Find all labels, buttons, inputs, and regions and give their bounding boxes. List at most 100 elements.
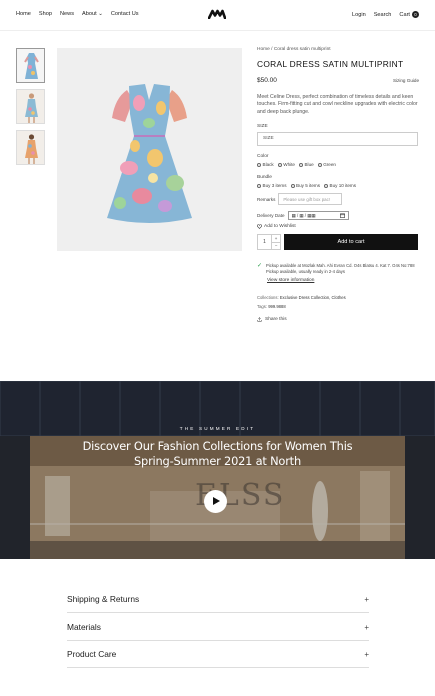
radio-icon: [257, 183, 261, 188]
color-option-black[interactable]: Black: [257, 162, 274, 167]
bundle-label: Bundle: [257, 175, 272, 181]
accordion-product-care[interactable]: Product Care +: [67, 641, 369, 668]
delivery-date-input[interactable]: ▦ / ▦ / ▦▦: [287, 211, 349, 221]
color-label: Color: [257, 154, 269, 160]
color-options: Black White Blue Green: [257, 162, 419, 167]
dress-image-icon: [57, 48, 242, 251]
cart-label: Cart: [399, 12, 410, 18]
promo-banner: [0, 381, 435, 559]
product-description: Meet Celine Dress, perfect combination o…: [257, 94, 418, 115]
brand-logo-icon[interactable]: [208, 9, 226, 19]
nav-news[interactable]: News: [60, 11, 74, 17]
bundle-option-3[interactable]: Buy 3 items: [257, 183, 287, 188]
collections-row: Collections: Exclusive Dress Collection,…: [257, 293, 419, 302]
remarks-input[interactable]: Please use gift box pac!: [278, 193, 343, 206]
nav-contact[interactable]: Contact Us: [111, 11, 139, 17]
quantity-stepper[interactable]: 1 + −: [257, 234, 281, 251]
share-button[interactable]: Share this: [257, 317, 419, 322]
bundle-option-label: Buy 3 items: [262, 183, 287, 189]
product-thumbnail-2[interactable]: [16, 89, 45, 124]
cart-link[interactable]: Cart 0: [399, 11, 419, 18]
add-to-cart-button[interactable]: Add to cart: [284, 234, 418, 251]
accordion-shipping-returns[interactable]: Shipping & Returns +: [67, 586, 369, 613]
main-nav: Home Shop News About ⌄ Contact Us: [16, 11, 139, 17]
color-option-label: Green: [323, 162, 336, 168]
radio-icon: [290, 183, 295, 188]
storefront-image-icon: [0, 381, 435, 559]
product-price: $50.00: [257, 77, 277, 84]
breadcrumb-home[interactable]: Home: [257, 47, 270, 52]
nav-shop[interactable]: Shop: [39, 11, 52, 17]
share-label: Share this: [265, 316, 287, 322]
bundle-option-10[interactable]: Buy 10 items: [324, 183, 356, 188]
radio-icon: [298, 162, 303, 167]
delivery-date-row: Delivery Date ▦ / ▦ / ▦▦: [257, 211, 419, 221]
cart-count-badge: 0: [412, 11, 419, 18]
remarks-row: Remarks Please use gift box pac!: [257, 193, 419, 206]
add-to-cart-row: 1 + − Add to cart: [257, 234, 419, 251]
model-thumbnail-icon: [17, 90, 44, 123]
color-option-white[interactable]: White: [277, 162, 295, 168]
play-video-button[interactable]: [204, 490, 227, 513]
nav-about-label: About: [82, 11, 97, 17]
bundle-option-5[interactable]: Buy 5 items: [290, 183, 320, 188]
sizing-guide-link[interactable]: Sizing Guide: [393, 78, 419, 83]
size-select[interactable]: SIZE: [257, 132, 418, 147]
color-option-label: Black: [262, 162, 274, 168]
wishlist-label: Add to Wishlist: [264, 224, 296, 230]
dress-thumbnail-icon: [17, 49, 44, 82]
product-info: Home / Coral dress satin multiprint CORA…: [257, 47, 419, 322]
quantity-plus-button[interactable]: +: [272, 235, 280, 243]
banner-eyebrow: THE SUMMER EDIT: [179, 426, 256, 431]
search-link[interactable]: Search: [374, 12, 392, 18]
color-option-label: White: [283, 162, 295, 168]
view-store-information-link[interactable]: View store information: [267, 278, 419, 283]
color-option-green[interactable]: Green: [317, 162, 336, 168]
tags-row: Tags: 999.9888: [257, 302, 419, 311]
product-title: CORAL DRESS SATIN MULTIPRINT: [257, 59, 404, 69]
product-main-image[interactable]: [57, 48, 242, 251]
breadcrumb-separator: /: [271, 47, 273, 52]
accordion-materials[interactable]: Materials +: [67, 614, 369, 641]
price-row: $50.00 Sizing Guide: [257, 77, 419, 84]
pickup-info: ✓ Pickup available at Mozlak Mah. Ahi Ev…: [257, 263, 419, 275]
nav-about[interactable]: About ⌄: [82, 11, 103, 17]
tags-label: Tags:: [257, 303, 268, 309]
banner-heading-line-1: Discover Our Fashion Collections for Wom…: [82, 439, 353, 453]
quantity-minus-button[interactable]: −: [272, 243, 280, 250]
product-thumbnail-3[interactable]: [16, 130, 45, 165]
chevron-down-icon: ⌄: [98, 11, 103, 17]
plus-icon: +: [364, 622, 369, 632]
product-thumbnail-1[interactable]: [16, 48, 45, 83]
product-meta: Collections: Exclusive Dress Collection,…: [257, 293, 419, 311]
collections-value[interactable]: Exclusive Dress Collection, Clothes: [280, 295, 346, 300]
collections-label: Collections:: [257, 294, 279, 300]
remarks-label: Remarks: [257, 196, 276, 202]
color-option-label: Blue: [304, 162, 314, 168]
check-icon: ✓: [257, 263, 263, 270]
banner-text: THE SUMMER EDIT Discover Our Fashion Col…: [0, 426, 435, 470]
pickup-time: Pickup available, usually ready in 2-4 d…: [266, 269, 345, 275]
breadcrumb: Home / Coral dress satin multiprint: [257, 47, 419, 52]
color-option-blue[interactable]: Blue: [298, 162, 314, 168]
heart-icon: [257, 224, 262, 230]
banner-heading: Discover Our Fashion Collections for Wom…: [0, 439, 435, 470]
quantity-buttons: + −: [272, 235, 280, 249]
plus-icon: +: [364, 594, 369, 604]
delivery-date-label: Delivery Date: [257, 213, 285, 219]
date-value: ▦ / ▦ / ▦▦: [291, 212, 316, 218]
radio-icon: [317, 162, 322, 167]
add-to-wishlist[interactable]: Add to Wishlist: [257, 224, 419, 229]
breadcrumb-current: Coral dress satin multiprint: [273, 47, 331, 52]
radio-icon: [257, 162, 261, 167]
login-link[interactable]: Login: [352, 12, 366, 18]
accordion-label: Materials: [67, 622, 101, 632]
nav-home[interactable]: Home: [16, 11, 31, 17]
tags-value[interactable]: 999.9888: [268, 304, 285, 309]
calendar-icon[interactable]: [339, 213, 345, 219]
quantity-value[interactable]: 1: [258, 235, 272, 250]
header-actions: Login Search Cart 0: [352, 11, 419, 18]
banner-heading-line-2: Spring-Summer 2021 at North: [134, 454, 301, 469]
share-icon: [257, 316, 262, 322]
bundle-option-label: Buy 10 items: [329, 183, 357, 189]
